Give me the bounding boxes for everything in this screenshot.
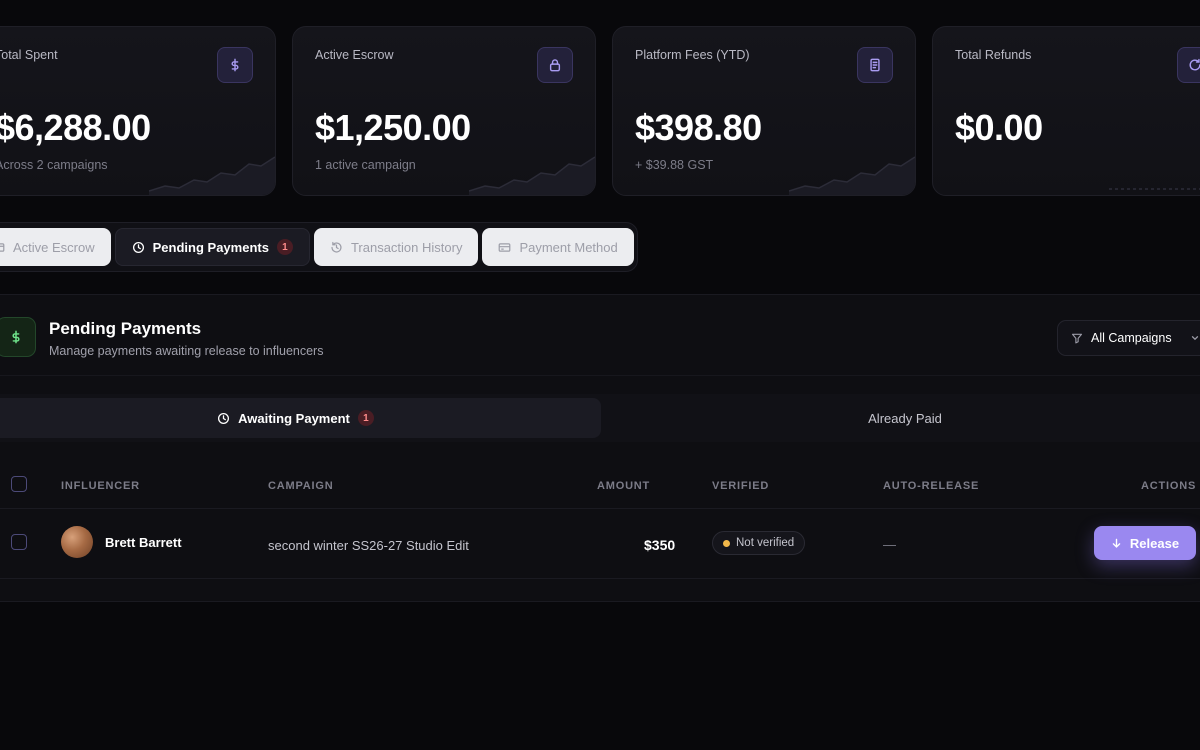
- status-dot-icon: [723, 539, 730, 547]
- pending-payments-panel: Pending Payments Manage payments awaitin…: [0, 294, 1200, 602]
- tab-pending-payments[interactable]: Pending Payments 1: [114, 228, 310, 266]
- influencer-name: Brett Barrett: [105, 535, 182, 550]
- filter-icon: [1071, 333, 1083, 344]
- campaign-filter-dropdown[interactable]: All Campaigns: [1057, 320, 1200, 356]
- filter-label: All Campaigns: [1091, 331, 1172, 345]
- stat-value: $0.00: [955, 107, 1043, 148]
- table-header: INFLUENCER CAMPAIGN AMOUNT VERIFIED AUTO…: [0, 461, 1200, 509]
- tab-label: Transaction History: [350, 239, 463, 255]
- stat-cards: Total Spent $6,288.00 Across 2 campaigns…: [0, 26, 1200, 196]
- table-row: Brett Barrett second winter SS26-27 Stud…: [0, 509, 1200, 579]
- segment-label: Awaiting Payment: [238, 410, 350, 426]
- receipt-icon: [857, 47, 893, 83]
- stat-card-platform-fees: Platform Fees (YTD) $398.80 + $39.88 GST: [612, 26, 916, 196]
- row-checkbox[interactable]: [11, 534, 27, 550]
- clock-icon: [218, 412, 230, 424]
- select-all-checkbox[interactable]: [11, 476, 27, 492]
- column-header-amount: AMOUNT: [597, 480, 651, 492]
- column-header-verified: VERIFIED: [712, 480, 770, 492]
- stat-label: Total Refunds: [955, 48, 1032, 62]
- refresh-icon: [1177, 47, 1200, 83]
- sparkline-flat: [1109, 188, 1200, 190]
- stat-subtext: 1 active campaign: [315, 158, 416, 172]
- stat-card-active-escrow: Active Escrow $1,250.00 1 active campaig…: [292, 26, 596, 196]
- sparkline-chart: [789, 156, 915, 195]
- card-icon: [499, 242, 511, 252]
- tab-label: Payment Method: [519, 239, 618, 255]
- dollar-icon: [217, 47, 253, 83]
- stat-label: Platform Fees (YTD): [635, 48, 750, 62]
- campaign-name: second winter SS26-27 Studio Edit: [268, 538, 469, 553]
- wallet-icon: [0, 242, 5, 252]
- clock-icon: [132, 241, 144, 253]
- column-header-influencer: INFLUENCER: [61, 480, 140, 492]
- count-badge: 1: [276, 239, 293, 255]
- verification-label: Not verified: [736, 537, 795, 549]
- dollar-icon: [0, 317, 36, 357]
- stat-card-total-spent: Total Spent $6,288.00 Across 2 campaigns: [0, 26, 276, 196]
- column-header-actions: ACTIONS: [1141, 480, 1197, 492]
- verification-badge: Not verified: [712, 531, 806, 555]
- panel-subtitle: Manage payments awaiting release to infl…: [49, 344, 324, 358]
- stat-subtext: Across 2 campaigns: [0, 158, 108, 172]
- history-icon: [331, 241, 342, 253]
- stat-card-total-refunds: Total Refunds $0.00: [932, 26, 1200, 196]
- tab-active-escrow[interactable]: Active Escrow: [0, 228, 111, 266]
- chevron-down-icon: [1191, 336, 1198, 341]
- segment-label: Already Paid: [868, 410, 942, 426]
- tab-transaction-history[interactable]: Transaction History: [313, 228, 479, 266]
- payments-table: INFLUENCER CAMPAIGN AMOUNT VERIFIED AUTO…: [0, 461, 1200, 579]
- stat-subtext: + $39.88 GST: [635, 158, 714, 172]
- stat-label: Total Spent: [0, 48, 58, 62]
- avatar: [61, 526, 93, 558]
- divider: [0, 375, 1200, 376]
- stat-value: $1,250.00: [315, 107, 471, 148]
- stat-value: $398.80: [635, 107, 762, 148]
- auto-release-value: —: [883, 537, 896, 552]
- tab-label: Active Escrow: [13, 239, 95, 255]
- stat-label: Active Escrow: [315, 48, 394, 62]
- tab-payment-method[interactable]: Payment Method: [482, 228, 634, 266]
- count-badge: 1: [357, 410, 374, 426]
- lock-icon: [537, 47, 573, 83]
- panel-title: Pending Payments: [49, 319, 202, 338]
- payment-amount: $350: [644, 537, 676, 553]
- payments-tabs: Active Escrow Pending Payments 1 Transac…: [0, 222, 638, 272]
- arrow-down-icon: [1112, 538, 1121, 548]
- segment-awaiting-payment[interactable]: Awaiting Payment 1: [0, 398, 601, 438]
- release-button[interactable]: Release: [1094, 526, 1196, 560]
- stat-value: $6,288.00: [0, 107, 151, 148]
- payment-status-toggle: Awaiting Payment 1 Already Paid: [0, 394, 1200, 442]
- sparkline-chart: [469, 156, 595, 195]
- segment-already-paid[interactable]: Already Paid: [601, 398, 1200, 438]
- sparkline-chart: [149, 156, 275, 195]
- release-label: Release: [1129, 535, 1180, 551]
- column-header-auto-release: AUTO-RELEASE: [883, 480, 980, 492]
- column-header-campaign: CAMPAIGN: [268, 480, 334, 492]
- tab-label: Pending Payments: [152, 239, 269, 255]
